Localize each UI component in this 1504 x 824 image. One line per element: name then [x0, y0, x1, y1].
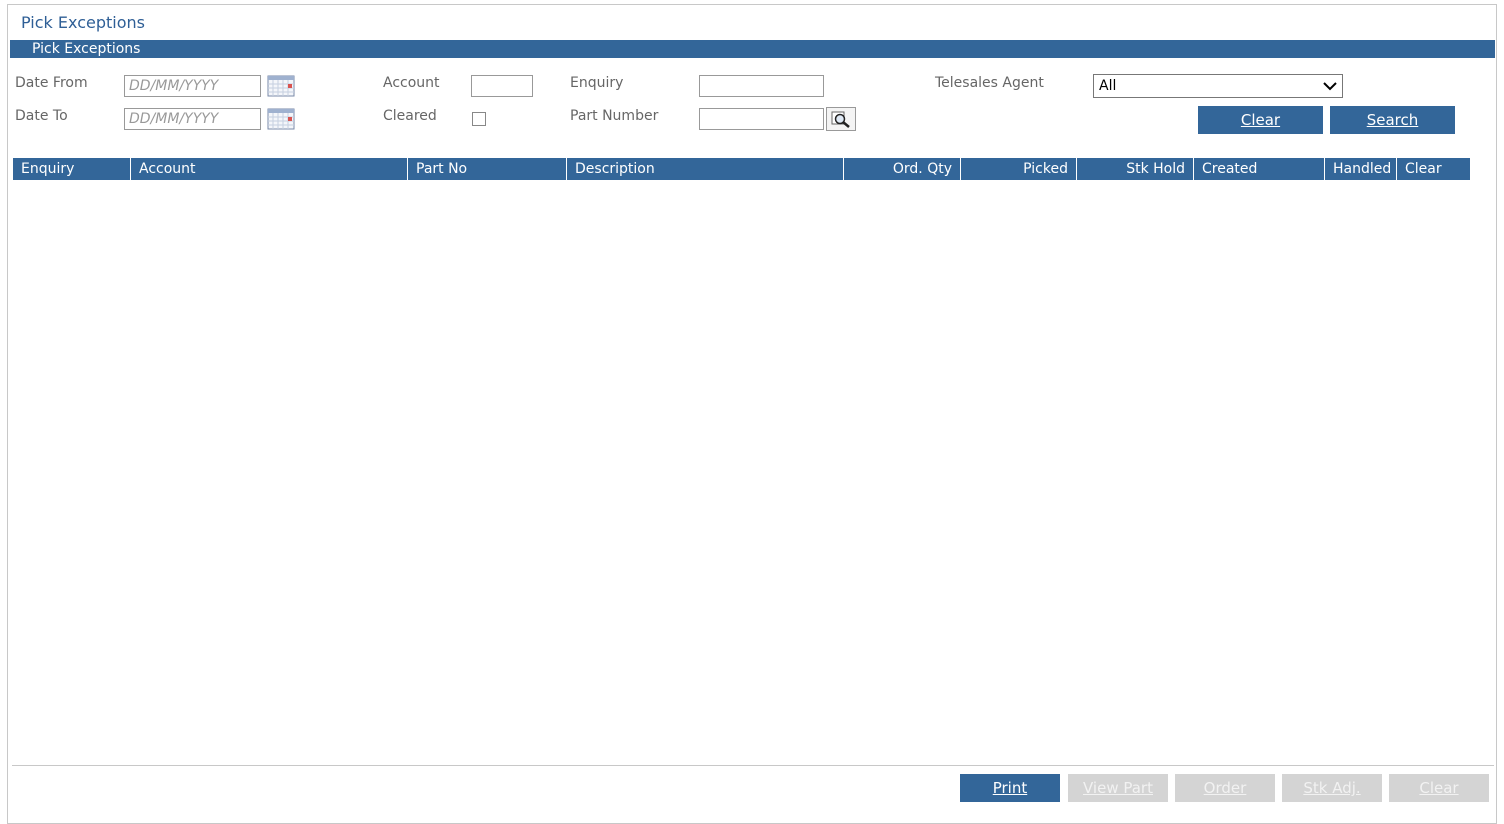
- date-from-label: Date From: [15, 75, 88, 91]
- clear-filter-button[interactable]: Clear: [1198, 106, 1323, 134]
- calendar-icon[interactable]: [267, 75, 295, 97]
- date-from-input[interactable]: [124, 75, 261, 97]
- enquiry-label: Enquiry: [570, 75, 624, 91]
- section-header: Pick Exceptions: [10, 40, 1495, 58]
- part-number-input[interactable]: [699, 108, 824, 130]
- calendar-icon[interactable]: [267, 108, 295, 130]
- magnifier-icon: [831, 111, 850, 128]
- grid-header: Enquiry Account Part No Description Ord.…: [13, 158, 1471, 180]
- view-part-button[interactable]: View Part: [1068, 774, 1168, 802]
- column-handled[interactable]: Handled: [1325, 158, 1397, 180]
- column-created[interactable]: Created: [1194, 158, 1325, 180]
- telesales-agent-value: All: [1099, 78, 1117, 94]
- column-stk-hold[interactable]: Stk Hold: [1077, 158, 1194, 180]
- print-button[interactable]: Print: [960, 774, 1060, 802]
- footer-divider: [12, 765, 1494, 766]
- column-ord-qty[interactable]: Ord. Qty: [844, 158, 961, 180]
- section-title: Pick Exceptions: [32, 41, 141, 57]
- footer-clear-button[interactable]: Clear: [1389, 774, 1489, 802]
- column-enquiry[interactable]: Enquiry: [13, 158, 131, 180]
- account-input[interactable]: [471, 75, 533, 97]
- column-picked[interactable]: Picked: [961, 158, 1077, 180]
- telesales-agent-label: Telesales Agent: [935, 75, 1044, 91]
- cleared-checkbox[interactable]: [472, 112, 486, 126]
- telesales-agent-select[interactable]: All: [1093, 74, 1343, 98]
- cleared-label: Cleared: [383, 108, 437, 124]
- order-button[interactable]: Order: [1175, 774, 1275, 802]
- search-button[interactable]: Search: [1330, 106, 1455, 134]
- enquiry-input[interactable]: [699, 75, 824, 97]
- date-to-label: Date To: [15, 108, 68, 124]
- column-clear[interactable]: Clear: [1397, 158, 1471, 180]
- stk-adj-button[interactable]: Stk Adj.: [1282, 774, 1382, 802]
- part-number-label: Part Number: [570, 108, 659, 124]
- chevron-down-icon: [1323, 82, 1337, 91]
- column-account[interactable]: Account: [131, 158, 408, 180]
- column-part-no[interactable]: Part No: [408, 158, 567, 180]
- column-description[interactable]: Description: [567, 158, 844, 180]
- part-lookup-button[interactable]: [826, 107, 856, 131]
- date-to-input[interactable]: [124, 108, 261, 130]
- page-title: Pick Exceptions: [21, 13, 145, 32]
- account-label: Account: [383, 75, 440, 91]
